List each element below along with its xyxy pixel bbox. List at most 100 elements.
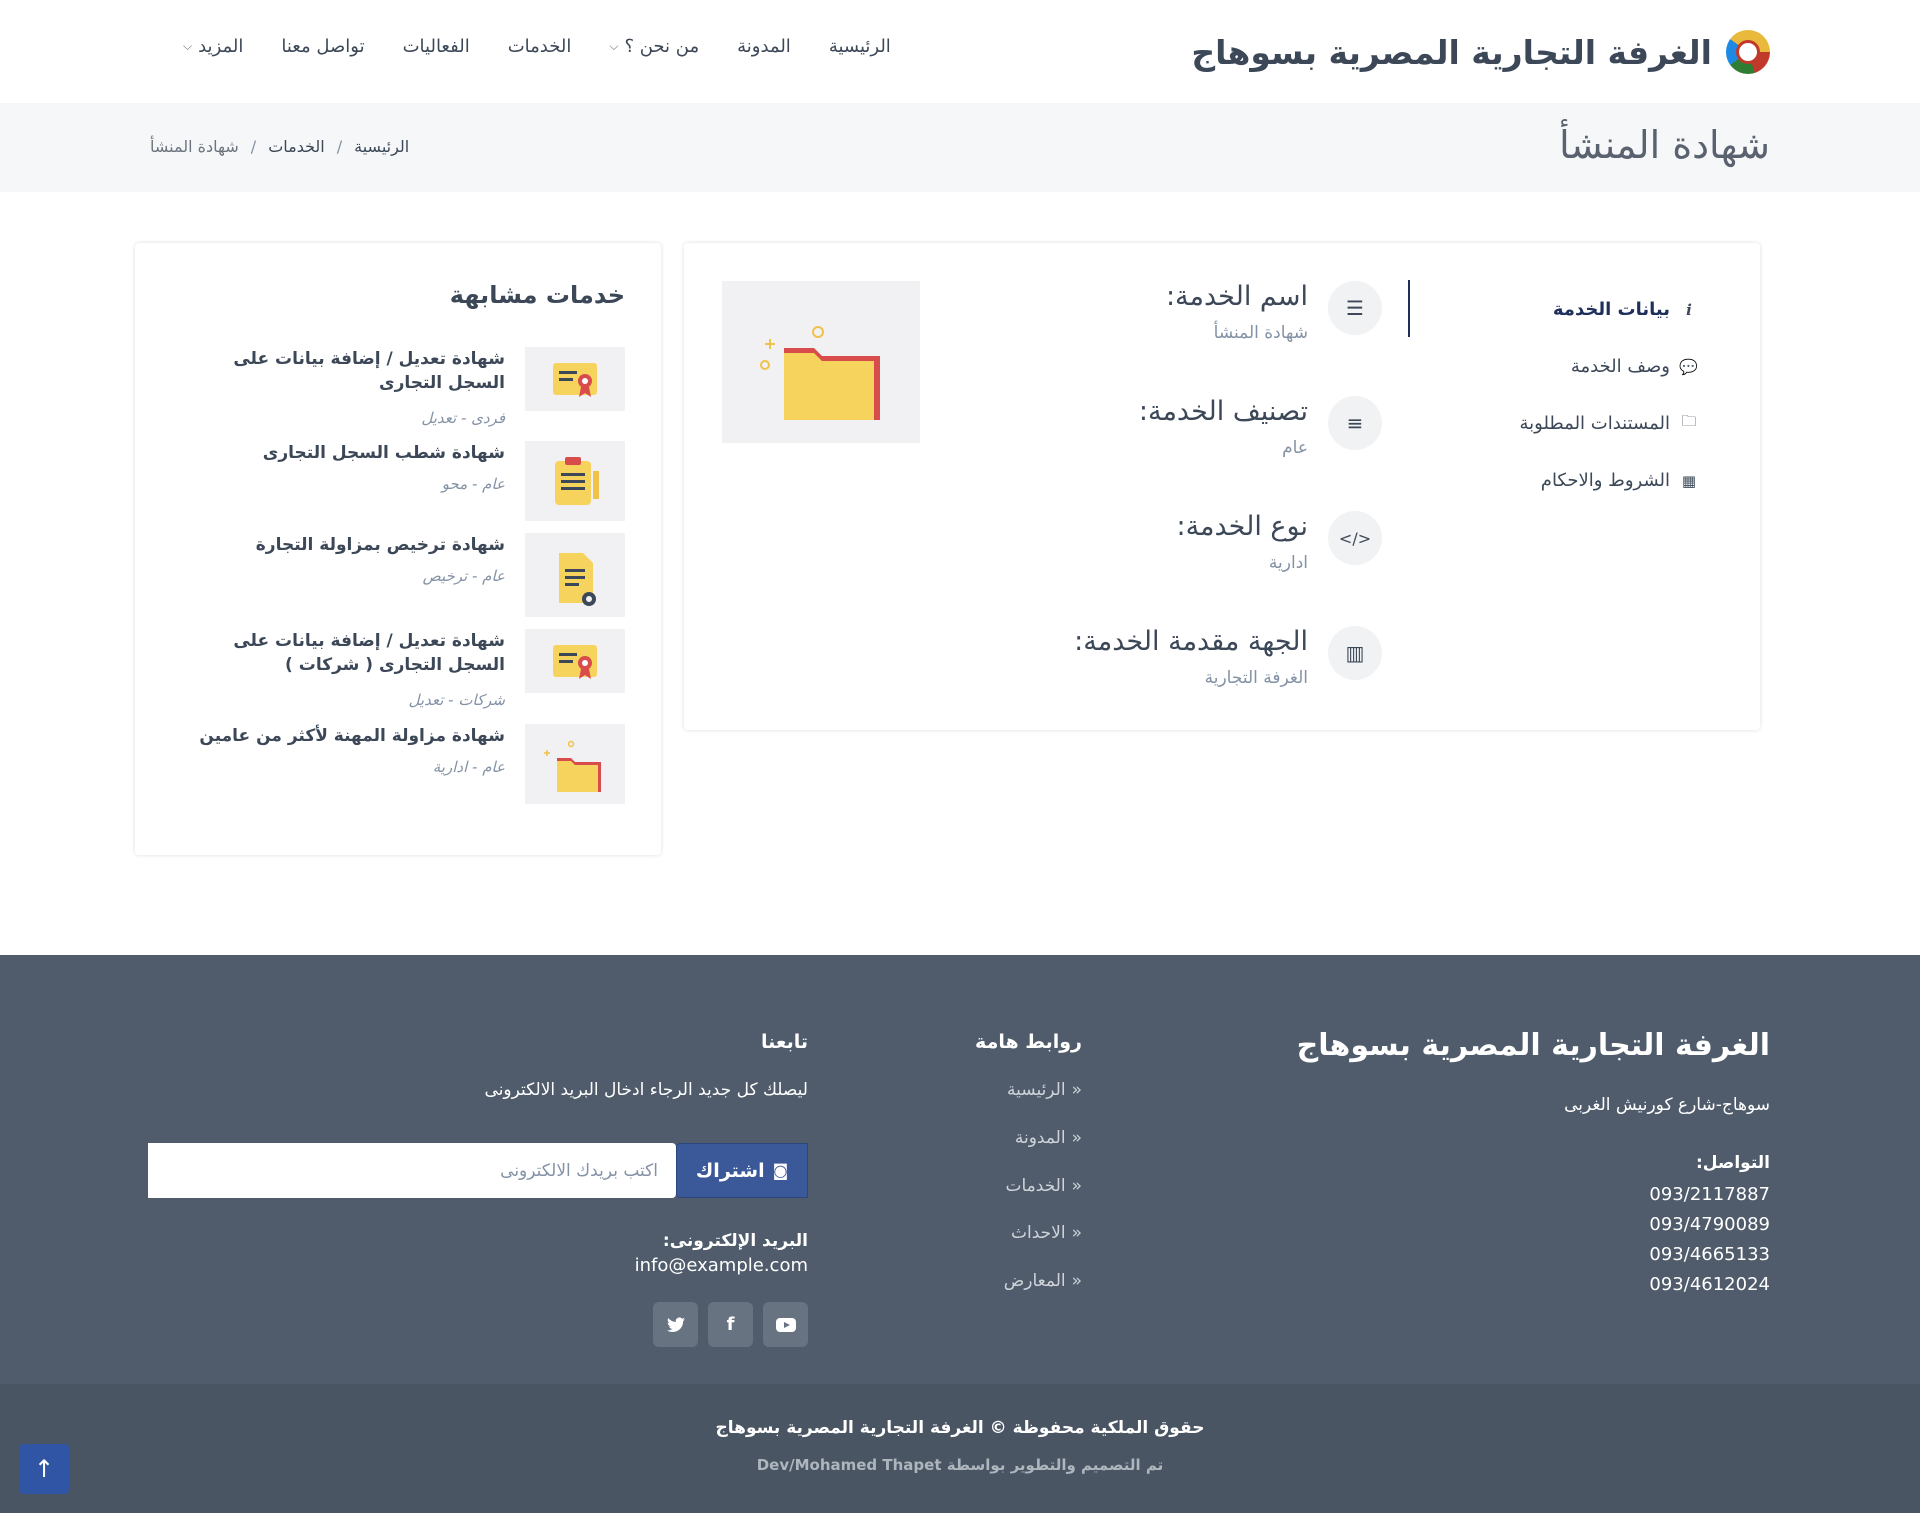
- footer-link-label: المعارض: [1003, 1271, 1066, 1291]
- footer-link-exhibitions[interactable]: «المعارض: [1004, 1271, 1082, 1291]
- similar-item-name: شهادة تعديل / إضافة بيانات على السجل الت…: [233, 349, 505, 393]
- code-icon: </>: [1328, 511, 1382, 565]
- nav-contact[interactable]: تواصل معنا: [281, 36, 364, 57]
- nav-label: تواصل معنا: [281, 36, 365, 57]
- footer-phone[interactable]: 093/2117887: [1649, 1184, 1770, 1205]
- chevron-down-icon: ⌵: [609, 39, 619, 53]
- footer-email[interactable]: info@example.com: [635, 1255, 808, 1276]
- breadcrumb-separator: /: [336, 137, 343, 156]
- folder-icon: [760, 326, 880, 420]
- developer-credit: تم التصميم والتطوير بواسطة Dev/Mohamed T…: [756, 1456, 1164, 1474]
- footer-title: الغرفة التجارية المصرية بسوهاج: [1296, 1028, 1770, 1063]
- active-tab-indicator: [1408, 280, 1410, 337]
- tab-label: وصف الخدمة: [1570, 356, 1670, 377]
- service-details-card: i بيانات الخدمة 💬 وصف الخدمة 🗀 المستندات…: [684, 243, 1760, 730]
- similar-item-name: شهادة مزاولة المهنة لأكثر من عامين: [199, 726, 505, 746]
- footer-phone[interactable]: 093/4612024: [1649, 1274, 1770, 1295]
- nav-services[interactable]: الخدمات: [508, 36, 572, 57]
- document-settings-icon: [525, 533, 625, 617]
- certificate-icon: [525, 629, 625, 693]
- site-header: الغرفة التجارية المصرية بسوهاج الرئيسية …: [0, 0, 1920, 103]
- folder-icon: [525, 724, 625, 804]
- list-item[interactable]: شهادة ترخيص بمزاولة التجارة عام - ترخيص: [175, 533, 625, 617]
- breadcrumb: شهادة المنشأ / الخدمات / الرئيسية: [150, 137, 409, 156]
- folder-icon: 🗀: [1681, 412, 1697, 430]
- nav-label: الرئيسية: [828, 36, 891, 57]
- tab-label: المستندات المطلوبة: [1519, 413, 1670, 434]
- subscribe-button[interactable]: ◙ اشتراك: [676, 1143, 808, 1198]
- footer-link-label: المدونة: [1014, 1128, 1066, 1148]
- list-item[interactable]: شهادة تعديل / إضافة بيانات على السجل الت…: [175, 347, 625, 433]
- double-chevron-left-icon: «: [1071, 1080, 1082, 1100]
- nav-home[interactable]: الرئيسية: [829, 36, 891, 57]
- list-item[interactable]: شهادة مزاولة المهنة لأكثر من عامين عام -…: [175, 724, 625, 804]
- text-align-icon: ☰: [1328, 281, 1382, 335]
- double-chevron-left-icon: «: [1071, 1128, 1082, 1148]
- tab-terms[interactable]: ▦ الشروط والاحكام: [1454, 452, 1704, 509]
- arrow-up-icon: ↑: [33, 1455, 55, 1483]
- similar-item-name: شهادة تعديل / إضافة بيانات على السجل الت…: [233, 631, 505, 675]
- list-item[interactable]: شهادة شطب السجل التجارى عام - محو: [175, 441, 625, 521]
- footer-link-label: الرئيسية: [1007, 1080, 1066, 1100]
- tab-service-description[interactable]: 💬 وصف الخدمة: [1454, 338, 1704, 395]
- nav-events[interactable]: الفعاليات: [403, 36, 470, 57]
- subscribe-button-label: اشتراك: [695, 1159, 765, 1182]
- tab-label: بيانات الخدمة: [1552, 299, 1670, 320]
- list-item[interactable]: شهادة تعديل / إضافة بيانات على السجل الت…: [175, 629, 625, 715]
- info-icon: i: [1686, 300, 1692, 319]
- footer-link-label: الاحداث: [1011, 1223, 1066, 1243]
- info-label: تصنيف الخدمة:: [1138, 396, 1308, 427]
- social-links: f: [653, 1302, 808, 1347]
- info-service-category: ≡ تصنيف الخدمة: عام: [962, 396, 1382, 511]
- youtube-icon[interactable]: [763, 1302, 808, 1347]
- certificate-icon: [525, 347, 625, 411]
- footer-link-events[interactable]: «الاحداث: [1011, 1223, 1082, 1243]
- clipboard-icon: [525, 441, 625, 521]
- similar-item-meta: عام - ترخيص: [422, 567, 505, 585]
- tab-service-data[interactable]: i بيانات الخدمة: [1454, 281, 1704, 338]
- footer-phone[interactable]: 093/4665133: [1649, 1244, 1770, 1265]
- double-chevron-left-icon: «: [1071, 1223, 1082, 1243]
- subscribe-email-input[interactable]: [148, 1143, 676, 1198]
- back-to-top-button[interactable]: ↑: [19, 1444, 69, 1494]
- nav-about[interactable]: من نحن ؟ ⌵: [609, 36, 699, 57]
- logo-icon: [1726, 30, 1770, 74]
- site-footer: الغرفة التجارية المصرية بسوهاج سوهاج-شار…: [0, 955, 1920, 1384]
- tab-label: الشروط والاحكام: [1540, 470, 1670, 491]
- footer-link-blog[interactable]: «المدونة: [1015, 1128, 1082, 1148]
- info-value: ادارية: [1268, 553, 1308, 573]
- page-title-band: شهادة المنشأ شهادة المنشأ / الخدمات / ال…: [0, 103, 1920, 192]
- footer-link-home[interactable]: «الرئيسية: [1007, 1080, 1082, 1100]
- rss-icon: ◙: [772, 1161, 789, 1180]
- menu-icon: ≡: [1328, 396, 1382, 450]
- facebook-icon[interactable]: f: [708, 1302, 753, 1347]
- similar-item-name: شهادة شطب السجل التجارى: [262, 443, 505, 463]
- tab-required-documents[interactable]: 🗀 المستندات المطلوبة: [1454, 395, 1704, 452]
- info-value: الغرفة التجارية: [1204, 668, 1308, 688]
- similar-item-meta: شركات - تعديل: [408, 691, 505, 709]
- info-service-name: ☰ اسم الخدمة: شهادة المنشأ: [962, 281, 1382, 396]
- footer-address: سوهاج-شارع كورنيش الغربى: [1564, 1095, 1770, 1115]
- nav-label: الخدمات: [507, 36, 572, 57]
- similar-item-name: شهادة ترخيص بمزاولة التجارة: [255, 535, 505, 555]
- footer-link-services[interactable]: «الخدمات: [1006, 1176, 1083, 1196]
- subscribe-form: ◙ اشتراك: [148, 1143, 808, 1198]
- footer-phone[interactable]: 093/4790089: [1649, 1214, 1770, 1235]
- nav-label: الفعاليات: [402, 36, 470, 57]
- similar-item-meta: عام - ادارية: [432, 758, 505, 776]
- breadcrumb-home[interactable]: الرئيسية: [354, 137, 409, 156]
- info-service-provider: ▥ الجهة مقدمة الخدمة: الغرفة التجارية: [962, 626, 1382, 741]
- nav-blog[interactable]: المدونة: [737, 36, 791, 57]
- nav-label: من نحن ؟: [624, 36, 700, 57]
- twitter-icon[interactable]: [653, 1302, 698, 1347]
- brand-title: الغرفة التجارية المصرية بسوهاج: [1191, 32, 1712, 72]
- nav-more[interactable]: المزيد ⌵: [183, 36, 243, 57]
- info-value: شهادة المنشأ: [1213, 323, 1308, 343]
- similar-services-card: خدمات مشابهة شهادة تعديل / إضافة بيانات …: [135, 243, 661, 855]
- copyright-bar: حقوق الملكية محفوظة © الغرفة التجارية ال…: [0, 1384, 1920, 1513]
- breadcrumb-separator: /: [250, 137, 257, 156]
- building-icon: ▥: [1328, 626, 1382, 680]
- brand[interactable]: الغرفة التجارية المصرية بسوهاج: [1191, 24, 1770, 80]
- breadcrumb-services[interactable]: الخدمات: [268, 137, 325, 156]
- similar-item-meta: فردى - تعديل: [421, 409, 505, 427]
